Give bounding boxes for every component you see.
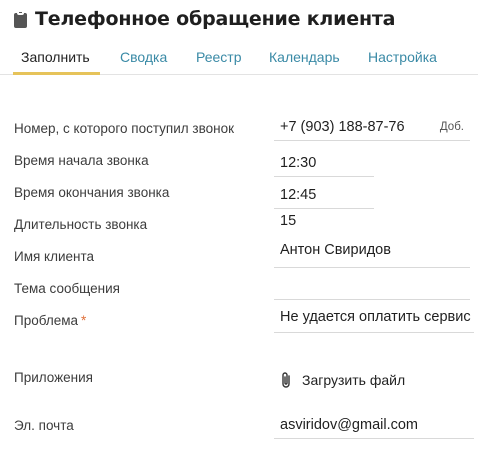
problem-label: Проблема (14, 313, 79, 328)
phone-label: Номер, с которого поступил звонок (14, 121, 234, 136)
duration-field: 15 (274, 211, 470, 235)
start-time-label: Время начала звонка (14, 153, 149, 168)
problem-field[interactable]: Не удается оплатить сервис (274, 307, 474, 333)
active-tab-indicator (13, 72, 100, 75)
required-mark: * (81, 313, 87, 328)
duration-row: Длительность звонка 15 (14, 213, 474, 241)
tab-fill[interactable]: Заполнить (21, 49, 90, 65)
attachments-label: Приложения (14, 370, 93, 385)
phone-field[interactable]: +7 (903) 188-87-76 Доб. (274, 117, 470, 141)
start-time-field[interactable]: 12:30 (274, 153, 374, 177)
upload-file-button[interactable]: Загрузить файл (280, 371, 405, 389)
client-name-value: Антон Свиридов (280, 242, 391, 258)
email-field[interactable]: asviridov@gmail.com (274, 415, 474, 439)
tab-bar: Заполнить Сводка Реестр Календарь Настро… (0, 42, 478, 75)
email-row: Эл. почта asviridov@gmail.com (14, 415, 474, 442)
client-name-field[interactable]: Антон Свиридов (274, 240, 470, 268)
client-name-label: Имя клиента (14, 249, 95, 264)
tab-calendar[interactable]: Календарь (269, 49, 340, 65)
topic-field[interactable] (274, 275, 470, 300)
page-header: Телефонное обращение клиента (13, 8, 396, 30)
paperclip-icon (282, 372, 290, 388)
start-time-value: 12:30 (280, 155, 317, 171)
tab-registry[interactable]: Реестр (196, 49, 242, 65)
topic-row: Тема сообщения (14, 281, 474, 305)
problem-label-group: Проблема * (14, 313, 86, 328)
end-time-row: Время окончания звонка 12:45 (14, 185, 474, 209)
clipboard-icon (13, 9, 29, 29)
topic-label: Тема сообщения (14, 281, 120, 296)
tab-summary[interactable]: Сводка (120, 49, 167, 65)
start-time-row: Время начала звонка 12:30 (14, 153, 474, 177)
end-time-label: Время окончания звонка (14, 185, 170, 200)
end-time-field[interactable]: 12:45 (274, 185, 374, 209)
duration-value: 15 (280, 213, 297, 229)
end-time-value: 12:45 (280, 187, 317, 203)
email-label: Эл. почта (14, 418, 74, 433)
upload-file-label: Загрузить файл (302, 372, 406, 388)
email-value: asviridov@gmail.com (280, 417, 419, 433)
problem-value: Не удается оплатить сервис (280, 309, 471, 325)
client-name-row: Имя клиента Антон Свиридов (14, 242, 474, 273)
problem-row: Проблема * Не удается оплатить сервис (14, 309, 474, 337)
tab-settings[interactable]: Настройка (368, 49, 437, 65)
phone-ext-label[interactable]: Доб. (440, 121, 464, 133)
page-title: Телефонное обращение клиента (35, 8, 396, 30)
duration-label: Длительность звонка (14, 217, 148, 232)
phone-row: Номер, с которого поступил звонок +7 (90… (14, 119, 474, 145)
phone-value: +7 (903) 188-87-76 (280, 119, 405, 135)
